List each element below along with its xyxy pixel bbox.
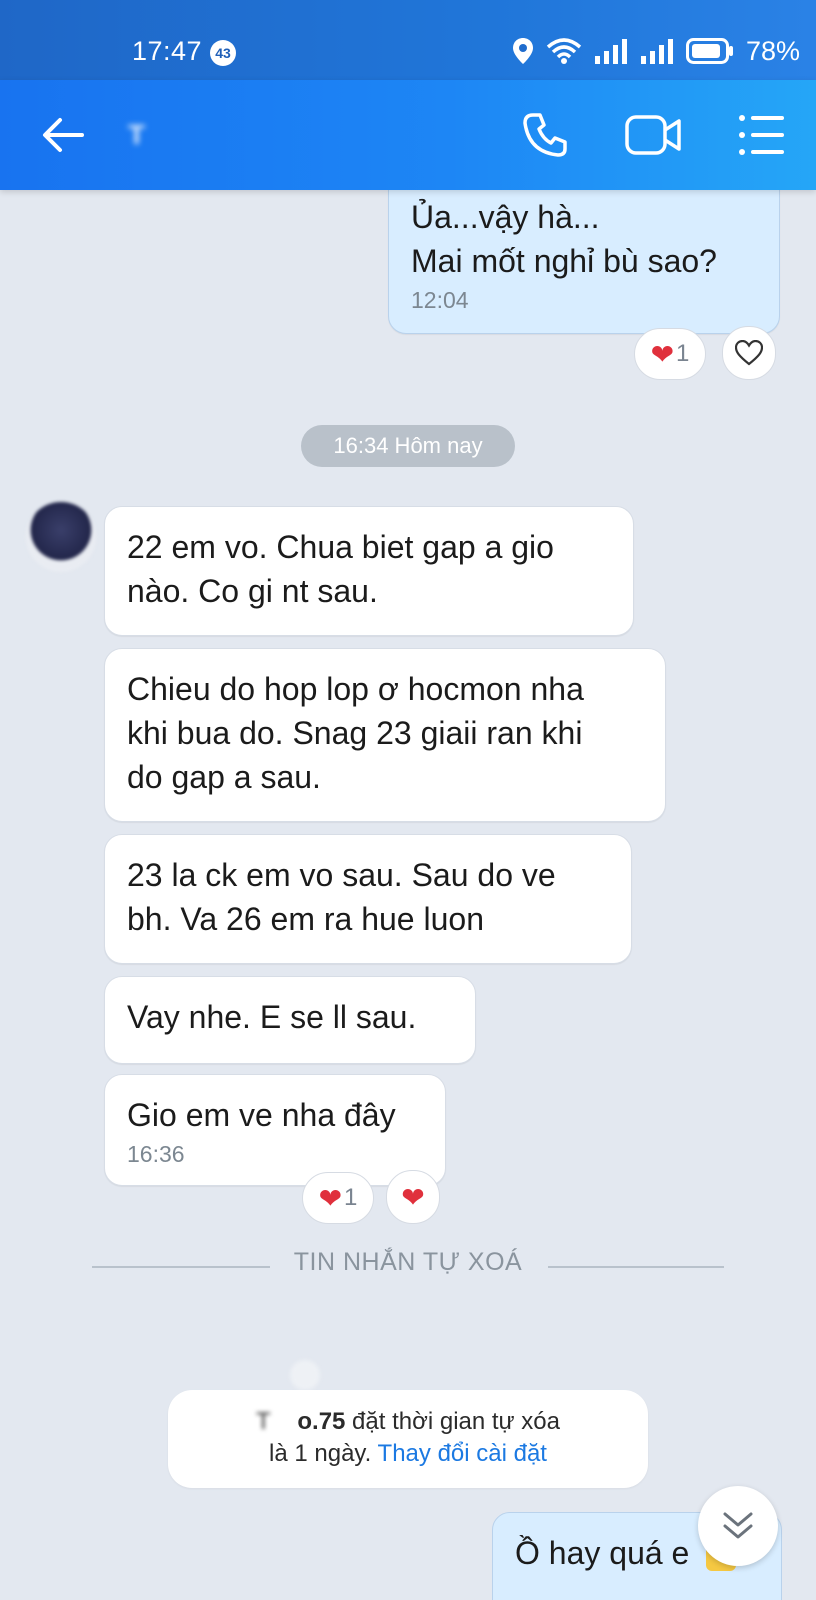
message-line: Vay nhe. E se ll sau.	[127, 999, 417, 1035]
message-time: 12:04	[411, 287, 469, 313]
notice-text: đặt thời gian tự xóa	[345, 1408, 560, 1435]
message-bubble-theirs[interactable]: 22 em vo. Chua biet gap a gio nào. Co gi…	[104, 506, 634, 636]
system-avatar	[290, 1360, 320, 1390]
heart-icon: ❤	[318, 1182, 343, 1214]
signal-icon	[594, 39, 627, 64]
system-notice: T o.75 đặt thời gian tự xóa là 1 ngày. T…	[168, 1390, 648, 1488]
notice-name-prefix: T	[256, 1408, 271, 1435]
date-separator: 16:34 Hôm nay	[301, 425, 515, 467]
change-settings-link[interactable]: Thay đổi cài đặt	[378, 1440, 547, 1467]
battery-percent: 78%	[745, 36, 800, 66]
message-bubble-theirs[interactable]: Vay nhe. E se ll sau.	[104, 976, 476, 1064]
message-bubble-theirs[interactable]: 23 la ck em vo sau. Sau do ve bh. Va 26 …	[104, 834, 632, 964]
message-line: Ồ hay quá e	[515, 1535, 690, 1571]
message-line: Ủa...vậy hà...	[411, 199, 600, 235]
message-line: 22 em vo. Chua biet gap a gio	[127, 529, 554, 565]
self-destruct-divider: TIN NHẮN TỰ XOÁ	[293, 1248, 523, 1276]
message-line: Mai mốt nghỉ bù sao?	[411, 243, 717, 279]
divider-line	[548, 1266, 724, 1268]
chat-header: T	[0, 80, 816, 190]
message-time: 16:36	[127, 1141, 185, 1167]
notice-name-suffix: o.75	[297, 1408, 346, 1435]
message-line: Gio em ve nha đây	[127, 1097, 396, 1133]
message-line: nào. Co gi nt sau.	[127, 573, 378, 609]
reaction-count-value: 1	[676, 340, 690, 367]
battery-icon	[685, 38, 733, 64]
chevron-double-down-icon	[723, 1512, 753, 1539]
contact-name[interactable]: T	[128, 118, 268, 152]
message-bubble-theirs[interactable]: Chieu do hop lop ơ hocmon nha khi bua do…	[104, 648, 666, 822]
reaction-count[interactable]: ❤ 1	[634, 328, 706, 380]
react-button[interactable]	[722, 326, 776, 380]
location-icon	[512, 38, 533, 64]
video-camera-icon[interactable]	[624, 112, 682, 158]
react-button[interactable]: ❤	[386, 1170, 440, 1224]
notification-count-badge: 43	[210, 40, 236, 66]
heart-outline-icon	[735, 340, 763, 366]
heart-icon: ❤	[401, 1181, 425, 1213]
status-icons: 78%	[512, 36, 800, 66]
message-line: Chieu do hop lop ơ hocmon nha	[127, 671, 584, 707]
avatar[interactable]	[26, 502, 96, 572]
message-line: bh. Va 26 em ra hue luon	[127, 901, 484, 937]
signal-icon-2	[640, 39, 673, 64]
heart-icon: ❤	[650, 338, 675, 370]
scroll-to-bottom-button[interactable]	[698, 1486, 778, 1566]
phone-icon[interactable]	[520, 110, 570, 160]
wifi-icon	[546, 38, 582, 64]
message-line: do gap a sau.	[127, 759, 321, 795]
status-time: 17:47	[132, 36, 203, 66]
reaction-count-value: 1	[344, 1184, 358, 1211]
status-bar: 17:47 43 78%	[0, 0, 816, 80]
back-arrow-icon[interactable]	[38, 110, 88, 160]
message-bubble-theirs[interactable]: Gio em ve nha đây 16:36	[104, 1074, 446, 1186]
chat-area[interactable]: Ủa...vậy hà... Mai mốt nghỉ bù sao? 12:0…	[0, 176, 816, 1600]
message-bubble-mine[interactable]: Ủa...vậy hà... Mai mốt nghỉ bù sao? 12:0…	[388, 176, 780, 334]
message-line: khi bua do. Snag 23 giaii ran khi	[127, 715, 583, 751]
reaction-count[interactable]: ❤ 1	[302, 1172, 374, 1224]
menu-list-icon[interactable]	[738, 112, 786, 158]
message-line: 23 la ck em vo sau. Sau do ve	[127, 857, 556, 893]
notice-text-line2: là 1 ngày.	[269, 1440, 378, 1467]
